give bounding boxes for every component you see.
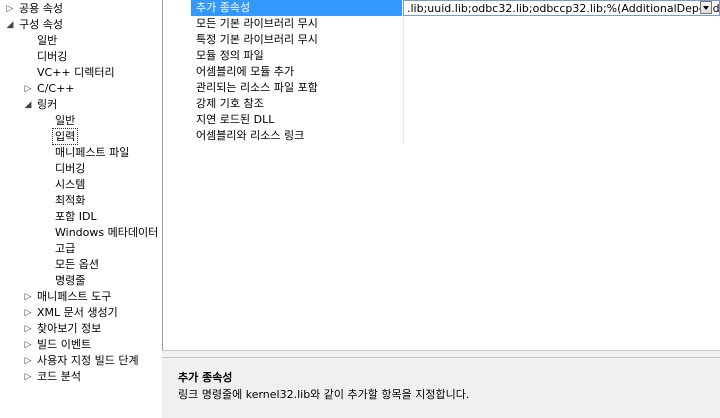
- property-name: 모듈 정의 파일: [196, 49, 264, 62]
- tree-item-label: 입력: [52, 128, 79, 145]
- description-text: 링크 명령줄에 kernel32.lib와 같이 추가할 항목을 지정합니다.: [178, 388, 470, 401]
- property-value[interactable]: [403, 96, 720, 112]
- property-row-ignore-all-default-libraries[interactable]: 모든 기본 라이브러리 무시: [191, 16, 720, 32]
- property-value[interactable]: [403, 32, 720, 48]
- property-name: 어셈블리에 모듈 추가: [196, 65, 295, 78]
- expand-arrow-icon[interactable]: ▷: [23, 81, 33, 97]
- tree-item-label: Windows 메타데이터: [55, 226, 159, 239]
- expand-arrow-icon[interactable]: ▷: [23, 353, 33, 369]
- property-row-module-definition-file[interactable]: 모듈 정의 파일: [191, 48, 720, 64]
- tree-item-label: 빌드 이벤트: [37, 338, 92, 351]
- tree-item-label: 링커: [37, 98, 58, 111]
- expand-arrow-icon[interactable]: ▷: [23, 337, 33, 353]
- tree-item-label: 일반: [55, 114, 76, 127]
- property-value[interactable]: [403, 112, 720, 128]
- tree-item-label: 구성 속성: [19, 18, 63, 31]
- tree-item-label: 포함 IDL: [55, 210, 97, 223]
- tree-item-label: 일반: [37, 34, 58, 47]
- property-row-additional-dependencies[interactable]: 추가 종속성 .lib;uuid.lib;odbc32.lib;odbccp32…: [191, 0, 720, 16]
- property-name: 강제 기호 참조: [196, 97, 264, 110]
- property-name: 관리되는 리소스 파일 포함: [196, 81, 318, 94]
- tree-item-label: 디버깅: [37, 50, 68, 63]
- property-tree[interactable]: ▷ 공용 속성 ◢ 구성 속성 일반 디버깅 VC++ 디렉터리 ▷ C/C++…: [0, 0, 163, 418]
- collapse-arrow-icon[interactable]: ◢: [5, 17, 15, 33]
- property-value[interactable]: [403, 16, 720, 32]
- property-row-ignore-specific-default-libraries[interactable]: 특정 기본 라이브러리 무시: [191, 32, 720, 48]
- tree-item-label: 시스템: [55, 178, 86, 191]
- property-value[interactable]: [403, 80, 720, 96]
- tree-item-label: 매니페스트 파일: [55, 146, 130, 159]
- tree-item-label: 매니페스트 도구: [37, 290, 112, 303]
- property-row-force-symbol-references[interactable]: 강제 기호 참조: [191, 96, 720, 112]
- tree-item-label: 공용 속성: [19, 2, 63, 15]
- property-name: 특정 기본 라이브러리 무시: [196, 33, 318, 46]
- property-row-add-module-to-assembly[interactable]: 어셈블리에 모듈 추가: [191, 64, 720, 80]
- collapse-arrow-icon[interactable]: ◢: [23, 97, 33, 113]
- tree-item-label: 코드 분석: [37, 370, 81, 383]
- dropdown-arrow-button[interactable]: [700, 1, 712, 14]
- tree-item-label: VC++ 디렉터리: [37, 66, 115, 79]
- tree-item-label: 명령줄: [55, 274, 86, 287]
- property-name: 어셈블리와 리소스 링크: [196, 129, 305, 142]
- tree-item-label: 디버깅: [55, 162, 86, 175]
- additional-dependencies-field[interactable]: .lib;uuid.lib;odbc32.lib;odbccp32.lib;%(…: [403, 0, 720, 16]
- expand-arrow-icon[interactable]: ▷: [23, 289, 33, 305]
- expand-arrow-icon[interactable]: ▷: [23, 369, 33, 385]
- property-value[interactable]: [403, 64, 720, 80]
- property-row-delay-loaded-dlls[interactable]: 지연 로드된 DLL: [191, 112, 720, 128]
- tree-item-label: C/C++: [37, 82, 75, 95]
- description-title: 추가 종속성: [178, 371, 233, 384]
- property-grid: 추가 종속성 .lib;uuid.lib;odbc32.lib;odbccp32…: [191, 0, 720, 150]
- tree-item-label: 사용자 지정 빌드 단계: [37, 354, 139, 367]
- expand-arrow-icon[interactable]: ▷: [23, 321, 33, 337]
- tree-item-label: XML 문서 생성기: [37, 306, 118, 319]
- tree-item-label: 찾아보기 정보: [37, 322, 102, 335]
- property-row-embed-managed-resource-file[interactable]: 관리되는 리소스 파일 포함: [191, 80, 720, 96]
- property-name: 모든 기본 라이브러리 무시: [196, 17, 318, 30]
- tree-item-label: 모든 옵션: [55, 258, 99, 271]
- tree-item-label: 최적화: [55, 194, 86, 207]
- expand-arrow-icon[interactable]: ▷: [23, 305, 33, 321]
- description-splitter[interactable]: [162, 350, 720, 358]
- property-name: 지연 로드된 DLL: [196, 113, 275, 126]
- tree-item-label: 고급: [55, 242, 76, 255]
- property-name: 추가 종속성: [191, 0, 402, 16]
- property-row-assembly-link-resource[interactable]: 어셈블리와 리소스 링크: [191, 128, 720, 144]
- description-panel: 추가 종속성 링크 명령줄에 kernel32.lib와 같이 추가할 항목을 …: [162, 358, 720, 418]
- property-value[interactable]: [403, 48, 720, 64]
- property-value[interactable]: [403, 128, 720, 144]
- expand-arrow-icon[interactable]: ▷: [5, 1, 15, 17]
